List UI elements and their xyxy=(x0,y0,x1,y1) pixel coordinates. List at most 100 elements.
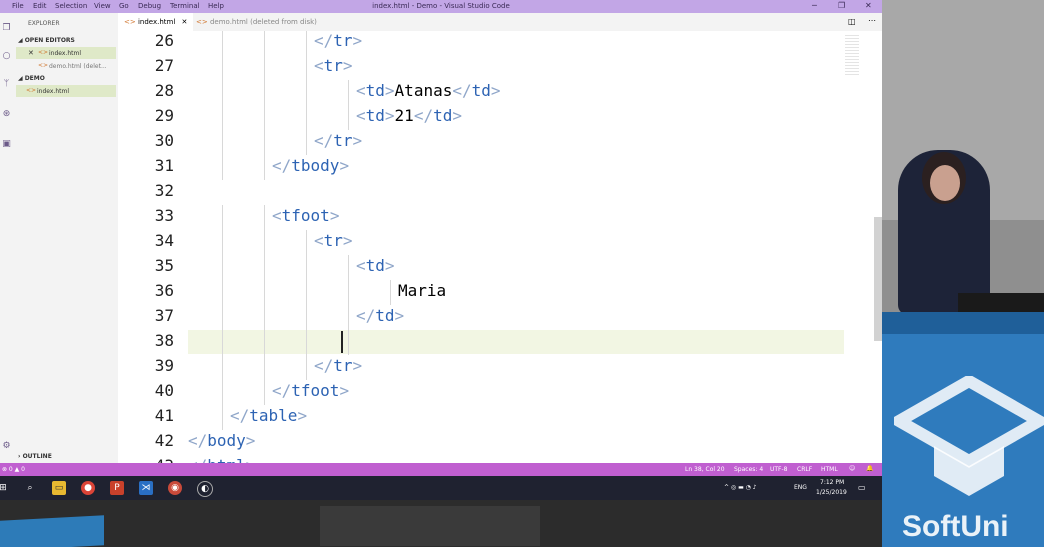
line-number: 40 xyxy=(154,381,174,400)
code-line[interactable]: </tr> xyxy=(314,131,362,150)
code-line[interactable]: Maria xyxy=(398,281,446,300)
encoding[interactable]: UTF-8 xyxy=(770,466,788,473)
indent-guide xyxy=(222,155,223,180)
tag-bracket: > xyxy=(384,256,395,275)
camera-bottom-strip xyxy=(0,500,882,547)
app-icon[interactable]: ◐ xyxy=(197,481,213,497)
indent-guide xyxy=(306,280,307,305)
minimize-icon[interactable]: ─ xyxy=(812,1,817,10)
code-line[interactable]: </tr> xyxy=(314,356,362,375)
tag-bracket: < xyxy=(272,206,282,225)
code-editor[interactable]: 26 </tr> 27 <tr> 28 <td>Atanas</td> 29 <td>21</… xyxy=(118,31,882,463)
vscode-taskbar-icon[interactable]: ⋊ xyxy=(139,481,153,495)
code-line[interactable]: </body> xyxy=(188,431,255,450)
clock-time[interactable]: 7:12 PM xyxy=(820,479,844,486)
demo-folder-section[interactable]: ◢ DEMO xyxy=(18,75,45,82)
code-line[interactable]: <tfoot> xyxy=(272,206,339,225)
close-icon[interactable]: ✕ xyxy=(865,1,872,10)
file-item[interactable]: <> index.html xyxy=(16,85,116,97)
close-icon[interactable]: ✕ xyxy=(28,49,34,57)
search-icon[interactable]: ○ xyxy=(1,51,12,62)
powerpoint-icon[interactable]: P xyxy=(110,481,124,495)
tab-index-html[interactable]: <> index.html ✕ xyxy=(118,13,194,31)
input-language[interactable]: ENG xyxy=(794,484,807,491)
indent-guide xyxy=(222,380,223,405)
close-icon[interactable]: ✕ xyxy=(182,18,188,26)
minimap[interactable] xyxy=(845,35,859,75)
code-line[interactable]: </td> xyxy=(356,306,404,325)
indent-guide xyxy=(390,280,391,305)
tag-name: td xyxy=(375,306,395,325)
html-file-icon: <> xyxy=(124,18,136,26)
open-editors-section[interactable]: ◢ OPEN EDITORS xyxy=(18,37,75,44)
line-number: 43 xyxy=(118,456,174,463)
tag-bracket: </ xyxy=(356,306,376,325)
code-line[interactable]: <tr> xyxy=(314,56,353,75)
tag-bracket: </ xyxy=(314,356,334,375)
more-actions-icon[interactable]: ⋯ xyxy=(868,16,876,25)
extensions-icon[interactable]: ▣ xyxy=(1,139,12,150)
tag-name: td xyxy=(471,81,491,100)
indent-guide xyxy=(348,280,349,305)
tag-bracket: </ xyxy=(272,381,292,400)
code-line[interactable]: <td> xyxy=(356,256,395,275)
tag-bracket: > xyxy=(339,381,350,400)
outline-section[interactable]: › OUTLINE xyxy=(18,453,52,460)
restore-icon[interactable]: ❐ xyxy=(838,1,845,10)
indentation[interactable]: Spaces: 4 xyxy=(734,466,763,473)
current-line-highlight xyxy=(188,330,844,354)
language-mode[interactable]: HTML xyxy=(821,466,838,473)
chrome-alt-icon[interactable]: ◉ xyxy=(168,481,182,495)
windows-start-icon[interactable]: ⊞ xyxy=(0,481,10,495)
indent-guide xyxy=(264,31,265,55)
code-line[interactable]: </tr> xyxy=(314,31,362,50)
code-line[interactable]: <td>Atanas</td> xyxy=(356,81,501,100)
tag-bracket: > xyxy=(352,31,363,50)
open-editor-item[interactable]: ✕ <> index.html xyxy=(16,47,116,59)
tag-bracket: </ xyxy=(188,431,208,450)
cursor-position[interactable]: Ln 38, Col 20 xyxy=(685,466,725,473)
window-title: index.html - Demo - Visual Studio Code xyxy=(372,2,510,10)
title-bar: File Edit Selection View Go Debug Termin… xyxy=(0,0,882,13)
tag-bracket: > xyxy=(384,106,395,125)
explorer-icon[interactable]: ❐ xyxy=(1,23,12,34)
tag-bracket: > xyxy=(342,231,353,250)
tag-name: td xyxy=(365,106,385,125)
code-line[interactable]: </table> xyxy=(230,406,307,425)
file-explorer-icon[interactable]: ▭ xyxy=(52,481,66,495)
tag-bracket: < xyxy=(356,106,366,125)
source-control-icon[interactable]: ᛘ xyxy=(1,79,12,90)
code-line[interactable]: </html> xyxy=(188,456,255,463)
indent-guide xyxy=(222,130,223,155)
code-line[interactable]: <tr> xyxy=(314,231,353,250)
indent-guide xyxy=(306,105,307,130)
line-number: 33 xyxy=(154,206,174,225)
tag-bracket: > xyxy=(384,81,395,100)
tray-icons[interactable]: ^ ◎ ▬ ◔ ♪ xyxy=(724,484,757,491)
gear-icon[interactable]: ⚙ xyxy=(1,441,12,452)
tag-bracket: </ xyxy=(272,156,292,175)
tag-bracket: > xyxy=(394,306,405,325)
notifications-icon[interactable]: ▭ xyxy=(858,483,866,492)
smiley-icon[interactable]: ☺ xyxy=(849,465,855,472)
line-ending[interactable]: CRLF xyxy=(797,466,812,473)
problems-count[interactable]: ⊗ 0 ▲ 0 xyxy=(2,466,25,473)
open-editor-item[interactable]: <> demo.html (delet... xyxy=(16,60,116,72)
code-line[interactable]: </tbody> xyxy=(272,156,349,175)
chrome-icon[interactable]: ● xyxy=(81,481,95,495)
code-line[interactable]: </tfoot> xyxy=(272,381,349,400)
indent-guide xyxy=(264,280,265,305)
indent-guide xyxy=(348,330,349,355)
indent-guide xyxy=(264,155,265,180)
bell-icon[interactable]: 🔔 xyxy=(866,465,873,472)
search-icon[interactable]: ⌕ xyxy=(23,481,37,495)
scrollbar[interactable] xyxy=(874,217,882,341)
clock-date[interactable]: 1/25/2019 xyxy=(816,489,847,496)
code-line[interactable]: <td>21</td> xyxy=(356,106,462,125)
debug-icon[interactable]: ⊛ xyxy=(1,109,12,120)
tab-demo-html[interactable]: <> demo.html (deleted from disk) xyxy=(190,13,323,31)
split-editor-icon[interactable]: ◫ xyxy=(848,17,856,26)
html-file-icon: <> xyxy=(38,62,49,69)
tag-bracket: </ xyxy=(230,406,250,425)
indent-guide xyxy=(264,80,265,105)
